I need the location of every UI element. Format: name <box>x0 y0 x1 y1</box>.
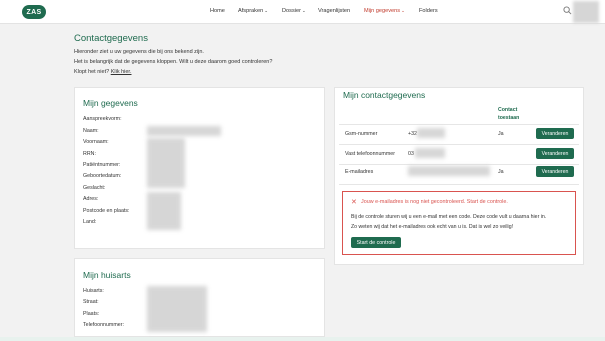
avatar[interactable] <box>573 1 599 23</box>
redacted-value <box>417 128 445 138</box>
redacted-value <box>147 138 185 188</box>
page-title: Contactgegevens <box>74 33 148 44</box>
redacted-value <box>147 286 207 332</box>
alert-title: Jouw e-mailadres is nog niet gecontrolee… <box>361 199 508 205</box>
field-label: Geslacht: <box>83 185 106 191</box>
mijn-huisarts-card: Mijn huisarts Huisarts: Straat: Plaats: … <box>74 258 325 337</box>
alert-text: Bij de controle sturen wij u een e-mail … <box>351 214 547 220</box>
mijn-gegevens-title: Mijn gegevens <box>83 98 138 108</box>
veranderen-email-button[interactable]: Veranderen <box>536 166 574 177</box>
divider <box>339 124 579 125</box>
field-label: Patiëntnummer: <box>83 162 121 168</box>
nav-home[interactable]: Home <box>210 8 225 14</box>
nav-vragenlijsten[interactable]: Vragenlijsten <box>318 8 350 14</box>
chevron-down-icon: ⌄ <box>301 8 306 13</box>
email-verification-alert: ✕ Jouw e-mailadres is nog niet gecontrol… <box>342 191 576 255</box>
field-label: Geboortedatum: <box>83 173 122 179</box>
column-header-contact-toestaan: Contact toestaan <box>498 107 520 121</box>
mijn-gegevens-card: Mijn gegevens Aanspreekvorm: Naam: Voorn… <box>74 87 325 249</box>
field-label: Straat: <box>83 299 99 305</box>
contactgegevens-title: Mijn contactgegevens <box>343 90 426 100</box>
field-label: Naam: <box>83 128 99 134</box>
row-label-vast-telefoon: Vast telefoonnummer <box>345 151 395 157</box>
redacted-value <box>147 126 221 136</box>
divider <box>339 144 579 145</box>
field-label: Telefoonnummer: <box>83 322 124 328</box>
chevron-down-icon: ⌄ <box>401 8 405 13</box>
divider <box>339 164 579 165</box>
row-value-gsm: +32 <box>408 131 417 137</box>
footer-strip <box>0 337 605 341</box>
chevron-down-icon: ⌄ <box>264 8 268 13</box>
intro-line: Het is belangrijk dat de gegevens kloppe… <box>74 59 273 65</box>
nav-mijn-gegevens[interactable]: Mijn gegevens⌄ <box>364 8 405 14</box>
redacted-value <box>415 148 445 158</box>
field-label: Land: <box>83 219 97 225</box>
field-label: Huisarts: <box>83 288 104 294</box>
close-icon: ✕ <box>351 199 357 206</box>
row-allowed-email: Ja <box>498 169 504 175</box>
alert-text: Zo weten wij dat het e-mailadres ook ech… <box>351 224 514 230</box>
veranderen-vast-telefoon-button[interactable]: Veranderen <box>536 148 574 159</box>
field-label: Plaats: <box>83 311 100 317</box>
top-navigation-bar: ZAS Home Afspraken⌄ Dossier⌄ Vragenlijst… <box>0 0 605 24</box>
intro-question: Klopt het niet? Klik hier. <box>74 69 132 75</box>
mijn-huisarts-title: Mijn huisarts <box>83 270 131 280</box>
row-label-email: E-mailadres <box>345 169 374 175</box>
nav-afspraken[interactable]: Afspraken⌄ <box>238 8 268 14</box>
start-controle-button[interactable]: Start de controle <box>351 237 401 248</box>
nav-folders[interactable]: Folders <box>419 8 438 14</box>
divider <box>339 184 579 185</box>
row-label-gsm: Gsm-nummer <box>345 131 378 137</box>
field-label: Postcode en plaats: <box>83 208 130 214</box>
field-label: RRN: <box>83 151 96 157</box>
row-value-vast-telefoon: 03 <box>408 151 414 157</box>
intro-line: Hieronder ziet u uw gegevens die bij ons… <box>74 49 204 55</box>
nav-dossier[interactable]: Dossier⌄ <box>282 8 306 14</box>
redacted-value <box>408 166 490 176</box>
click-here-link[interactable]: Klik hier. <box>111 69 132 75</box>
field-label: Voornaam: <box>83 139 109 145</box>
field-label: Aanspreekvorm: <box>83 116 122 122</box>
row-allowed-gsm: Ja <box>498 131 504 137</box>
search-icon[interactable] <box>563 6 572 15</box>
veranderen-gsm-button[interactable]: Veranderen <box>536 128 574 139</box>
field-label: Adres: <box>83 196 99 202</box>
zas-logo[interactable]: ZAS <box>22 5 46 19</box>
redacted-value <box>147 192 181 230</box>
